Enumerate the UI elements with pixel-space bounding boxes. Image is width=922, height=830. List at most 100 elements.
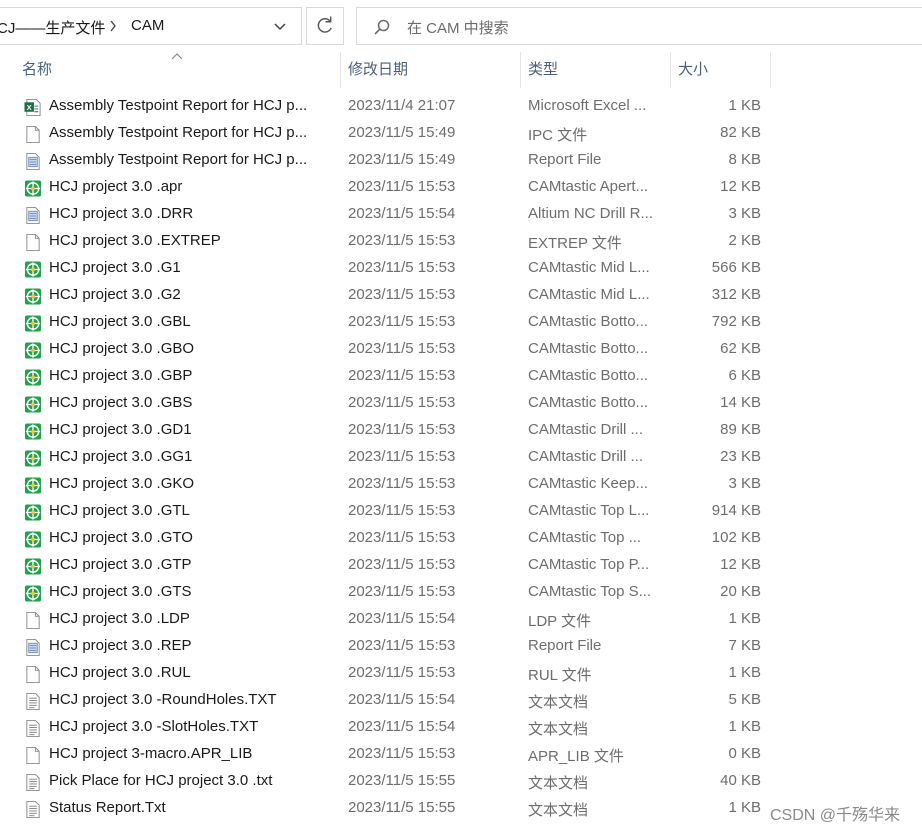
file-size: 89 KB [720, 421, 761, 438]
chevron-right-icon[interactable] [108, 18, 118, 34]
column-header-size[interactable]: 大小 [671, 52, 771, 88]
file-row[interactable]: HCJ project 3.0 .REP 2023/11/5 15:53 Repor… [0, 634, 922, 661]
camtastic-icon [24, 423, 42, 440]
address-bar[interactable]: CJ——生产文件 CAM [0, 7, 302, 45]
file-row[interactable]: HCJ project 3.0 .EXTREP 2023/11/5 15:53 EX… [0, 229, 922, 256]
file-row[interactable]: HCJ project 3.0 .RUL 2023/11/5 15:53 RUL 文… [0, 661, 922, 688]
file-modified-date: 2023/11/5 15:54 [348, 718, 456, 735]
camtastic-icon [24, 261, 42, 278]
file-size: 3 KB [728, 475, 761, 492]
file-type: CAMtastic Botto... [528, 367, 649, 384]
file-type: IPC 文件 [528, 127, 588, 144]
file-size: 12 KB [720, 556, 761, 573]
file-row[interactable]: HCJ project 3.0 .GTP 2023/11/5 15:53 CAMta… [0, 553, 922, 580]
file-size: 20 KB [720, 583, 761, 600]
file-modified-date: 2023/11/5 15:53 [348, 745, 456, 762]
file-name: Pick Place for HCJ project 3.0 .txt [49, 772, 273, 789]
file-row[interactable]: Pick Place for HCJ project 3.0 .txt 2023/… [0, 769, 922, 796]
column-header-type[interactable]: 类型 [521, 52, 671, 88]
file-name: Assembly Testpoint Report for HCJ p... [49, 97, 308, 114]
file-modified-date: 2023/11/5 15:53 [348, 178, 456, 195]
file-size: 1 KB [728, 799, 761, 816]
file-row[interactable]: HCJ project 3.0 .GTL 2023/11/5 15:53 CAMta… [0, 499, 922, 526]
file-type: CAMtastic Drill ... [528, 448, 644, 465]
file-size: 8 KB [728, 151, 761, 168]
camtastic-icon [24, 531, 42, 548]
refresh-button[interactable] [306, 7, 344, 45]
column-header-date[interactable]: 修改日期 [341, 52, 521, 88]
file-row[interactable]: HCJ project 3.0 .LDP 2023/11/5 15:54 LDP 文… [0, 607, 922, 634]
file-row[interactable]: HCJ project 3-macro.APR_LIB 2023/11/5 15:… [0, 742, 922, 769]
file-size: 1 KB [728, 610, 761, 627]
file-name: HCJ project 3.0 .GBS [49, 394, 193, 411]
file-row[interactable]: Assembly Testpoint Report for HCJ p... 20… [0, 148, 922, 175]
file-name: HCJ project 3.0 .GBP [49, 367, 193, 384]
file-type: Altium NC Drill R... [528, 205, 654, 222]
file-modified-date: 2023/11/5 15:53 [348, 502, 456, 519]
file-modified-date: 2023/11/5 15:53 [348, 232, 456, 249]
blank-file-icon [26, 665, 40, 684]
file-size: 82 KB [720, 124, 761, 141]
file-modified-date: 2023/11/5 15:53 [348, 448, 456, 465]
file-row[interactable]: HCJ project 3.0 .GTS 2023/11/5 15:53 CAMta… [0, 580, 922, 607]
file-size: 914 KB [711, 502, 761, 519]
file-row[interactable]: HCJ project 3.0 .GBP 2023/11/5 15:53 CAMta… [0, 364, 922, 391]
file-name: Assembly Testpoint Report for HCJ p... [49, 151, 308, 168]
breadcrumb-current[interactable]: CAM [131, 17, 164, 34]
file-row[interactable]: HCJ project 3.0 .GBO 2023/11/5 15:53 CAMta… [0, 337, 922, 364]
breadcrumb-parent[interactable]: CJ——生产文件 [0, 17, 105, 38]
file-row[interactable]: HCJ project 3.0 .apr 2023/11/5 15:53 CAMta… [0, 175, 922, 202]
file-name: HCJ project 3.0 .EXTREP [49, 232, 221, 249]
file-row[interactable]: HCJ project 3.0 .G2 2023/11/5 15:53 CAMtas… [0, 283, 922, 310]
file-modified-date: 2023/11/5 15:53 [348, 367, 456, 384]
file-size: 1 KB [728, 97, 761, 114]
file-row[interactable]: HCJ project 3.0 .G1 2023/11/5 15:53 CAMtas… [0, 256, 922, 283]
file-row[interactable]: HCJ project 3.0 .GBL 2023/11/5 15:53 CAMta… [0, 310, 922, 337]
file-type: Report File [528, 151, 602, 168]
blank-file-icon [26, 611, 40, 630]
file-type: CAMtastic Drill ... [528, 421, 644, 438]
blank-file-icon [26, 125, 40, 144]
file-row[interactable]: HCJ project 3.0 -SlotHoles.TXT 2023/11/5 … [0, 715, 922, 742]
chevron-down-icon[interactable] [265, 16, 295, 38]
search-input[interactable]: 在 CAM 中搜索 [407, 17, 509, 38]
file-type: 文本文档 [528, 802, 589, 819]
file-type: CAMtastic Apert... [528, 178, 649, 195]
search-box[interactable]: 在 CAM 中搜索 [356, 7, 922, 45]
file-size: 0 KB [728, 745, 761, 762]
file-size: 62 KB [720, 340, 761, 357]
file-name: HCJ project 3.0 .G2 [49, 286, 181, 303]
file-modified-date: 2023/11/5 15:53 [348, 394, 456, 411]
file-size: 566 KB [711, 259, 761, 276]
file-row[interactable]: HCJ project 3.0 .GG1 2023/11/5 15:53 CAMta… [0, 445, 922, 472]
camtastic-icon [24, 558, 42, 575]
file-modified-date: 2023/11/5 15:53 [348, 583, 456, 600]
report-file-icon [26, 152, 40, 171]
column-header-name[interactable]: 名称 [15, 52, 341, 88]
file-row[interactable]: X Assembly Testpoint Report for HCJ p... 2… [0, 94, 922, 121]
file-modified-date: 2023/11/5 15:53 [348, 556, 456, 573]
camtastic-icon [24, 315, 42, 332]
file-row[interactable]: HCJ project 3.0 .GBS 2023/11/5 15:53 CAMta… [0, 391, 922, 418]
file-size: 6 KB [728, 367, 761, 384]
file-size: 1 KB [728, 718, 761, 735]
file-type: 文本文档 [528, 775, 589, 792]
file-row[interactable]: HCJ project 3.0 .GD1 2023/11/5 15:53 CAMta… [0, 418, 922, 445]
file-row[interactable]: Assembly Testpoint Report for HCJ p... 20… [0, 121, 922, 148]
file-row[interactable]: HCJ project 3.0 -RoundHoles.TXT 2023/11/5… [0, 688, 922, 715]
file-row[interactable]: HCJ project 3.0 .GTO 2023/11/5 15:53 CAMta… [0, 526, 922, 553]
file-row[interactable]: HCJ project 3.0 .DRR 2023/11/5 15:54 Altiu… [0, 202, 922, 229]
file-type: CAMtastic Botto... [528, 313, 649, 330]
file-size: 40 KB [720, 772, 761, 789]
file-modified-date: 2023/11/5 15:54 [348, 610, 456, 627]
file-modified-date: 2023/11/5 15:55 [348, 799, 456, 816]
file-size: 102 KB [711, 529, 761, 546]
file-name: HCJ project 3.0 .GBL [49, 313, 191, 330]
file-row[interactable]: HCJ project 3.0 .GKO 2023/11/5 15:53 CAMta… [0, 472, 922, 499]
file-name: HCJ project 3.0 .GTP [49, 556, 192, 573]
text-file-icon [26, 773, 40, 792]
camtastic-icon [24, 504, 42, 521]
file-name: HCJ project 3.0 .GBO [49, 340, 195, 357]
search-icon [374, 19, 390, 35]
file-name: HCJ project 3.0 .GD1 [49, 421, 192, 438]
